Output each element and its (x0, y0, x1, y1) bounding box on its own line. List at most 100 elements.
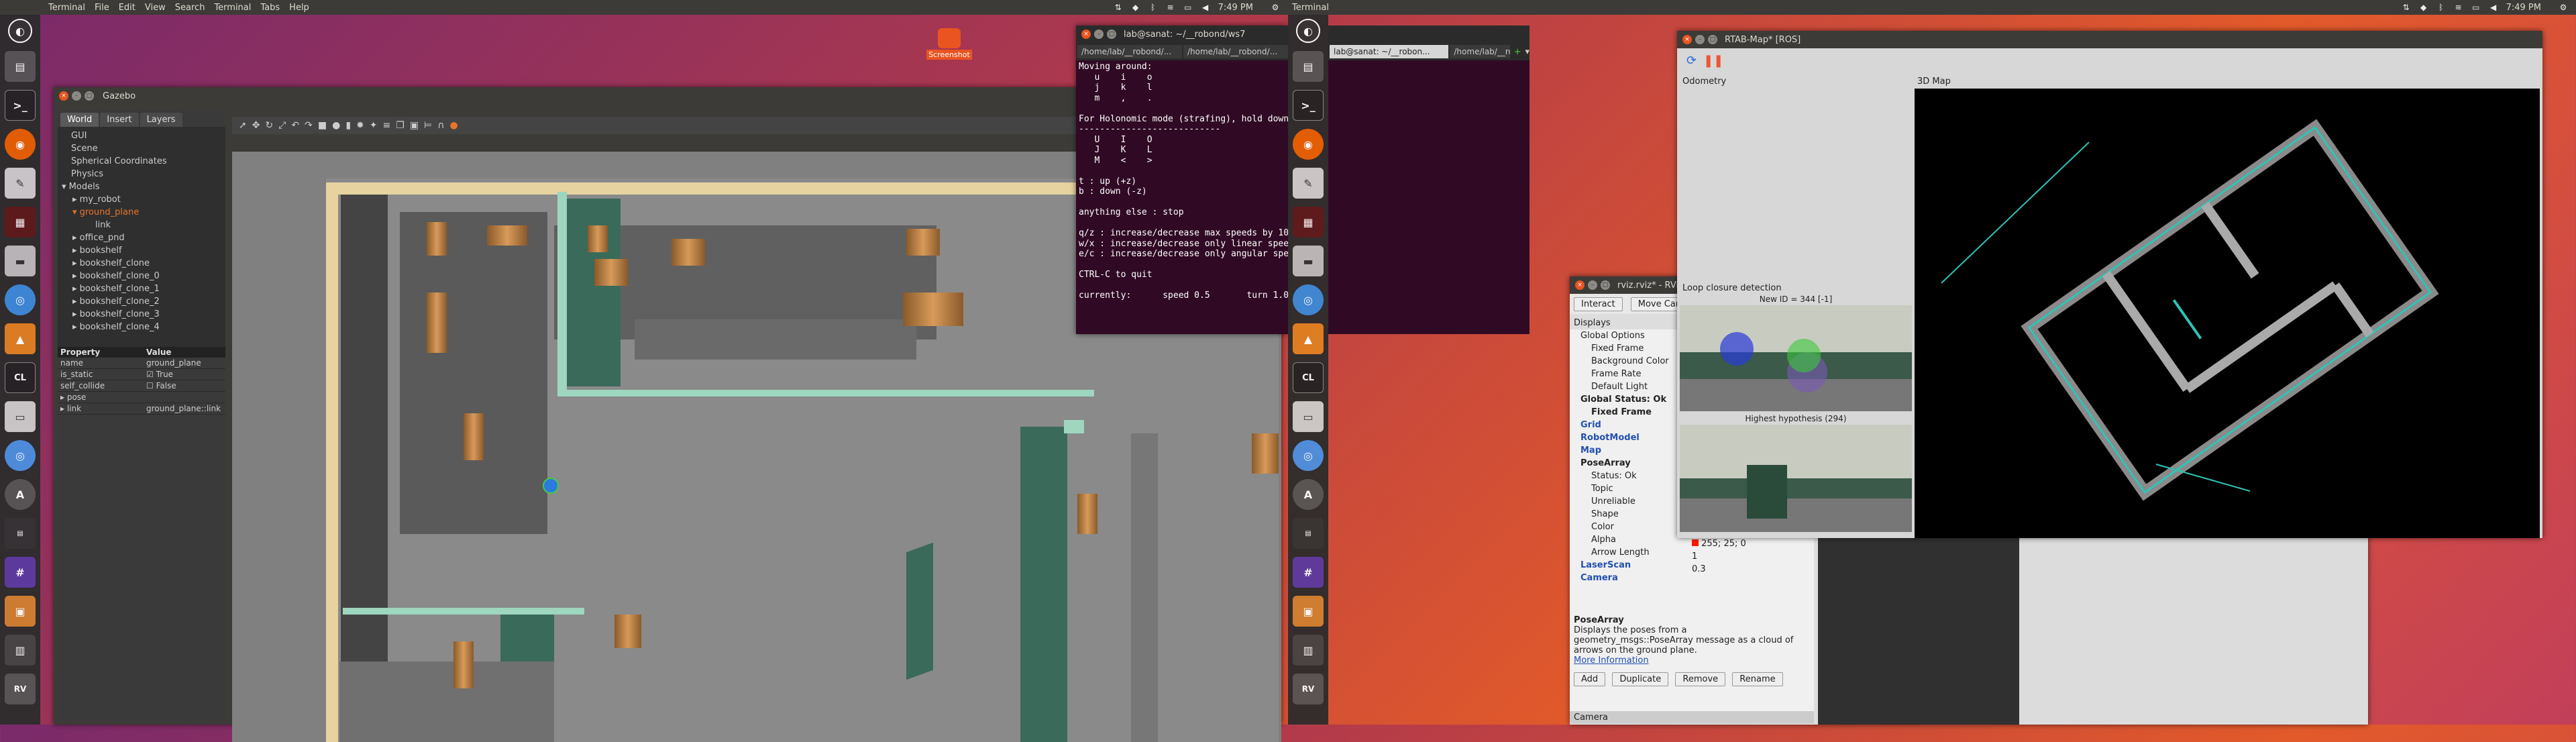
usb-icon[interactable]: ▬ (1293, 246, 1324, 276)
terminal-tab[interactable]: /home/lab/__robond/... (1183, 45, 1288, 58)
tab-menu-icon[interactable]: ▾ (1525, 47, 1529, 57)
color-value[interactable]: 255; 25; 0 (1692, 539, 1746, 549)
close-icon[interactable]: × (59, 91, 68, 101)
pause-icon[interactable]: ❚❚ (1703, 54, 1723, 68)
tree-item[interactable]: ▸ bookshelf_clone_1 (62, 282, 221, 295)
directional-light-icon[interactable]: ≡ (383, 120, 391, 131)
undo-icon[interactable]: ↶ (291, 120, 299, 131)
bookshelf[interactable] (906, 229, 940, 256)
bookshelf[interactable] (427, 293, 447, 353)
select-arrow-icon[interactable]: ➚ (239, 120, 247, 131)
bluetooth-icon[interactable]: ᛒ (2436, 3, 2446, 12)
tree-item-selected[interactable]: ▾ ground_plane (62, 206, 221, 219)
add-button[interactable]: Add (1574, 672, 1606, 686)
chrome-icon[interactable]: ◎ (1293, 284, 1324, 315)
desktop-screenshot-icon[interactable]: Screenshot (922, 28, 976, 60)
menu-edit[interactable]: Edit (119, 3, 136, 13)
bluetooth-icon[interactable]: ᛒ (1148, 3, 1158, 12)
rtabmap-titlebar[interactable]: × – □ RTAB-Map* [ROS] (1677, 31, 2542, 48)
sun-icon[interactable]: ✹ (356, 120, 364, 131)
tab-layers[interactable]: Layers (140, 113, 182, 127)
camera-panel-header[interactable]: Camera (1570, 711, 1814, 724)
bookshelf[interactable] (1077, 494, 1097, 534)
menu-tabs[interactable]: Tabs (260, 3, 280, 13)
close-icon[interactable]: × (1682, 35, 1692, 44)
prop-value[interactable]: ☑ True (144, 369, 225, 380)
volume-icon[interactable]: ◀ (1201, 3, 1210, 12)
clock[interactable]: 7:49 PM (2506, 3, 2541, 13)
redo-icon[interactable]: ↷ (305, 120, 313, 131)
trash-icon[interactable]: ▥ (1293, 635, 1324, 666)
usb-icon[interactable]: ▬ (5, 246, 36, 276)
translate-icon[interactable]: ✥ (252, 120, 260, 131)
upload-icon[interactable]: ⇅ (1114, 3, 1123, 12)
bookshelf[interactable] (614, 615, 641, 648)
tree-item[interactable]: ▸ bookshelf_clone_3 (62, 308, 221, 321)
sphere-icon[interactable]: ● (332, 120, 340, 131)
dropbox-icon[interactable]: ◆ (1131, 3, 1140, 12)
box-icon[interactable]: ■ (318, 120, 327, 131)
firefox-icon[interactable]: ◉ (1293, 129, 1324, 160)
clion-icon[interactable]: CL (5, 362, 36, 393)
firefox-icon[interactable]: ◉ (5, 129, 36, 160)
close-icon[interactable]: × (1575, 280, 1585, 290)
slack-icon[interactable]: # (5, 557, 36, 588)
software-icon[interactable]: A (5, 479, 36, 510)
terminal-tab[interactable]: /home/lab/__robon... (1450, 45, 1510, 58)
dash-icon[interactable]: ◐ (8, 19, 32, 43)
prop-value[interactable]: ground_plane (144, 358, 225, 368)
rviz-launcher-icon[interactable]: RV (5, 674, 36, 704)
terminal-titlebar-right[interactable] (1328, 25, 1529, 43)
new-tab-icon[interactable]: + (1514, 47, 1521, 57)
minimize-icon[interactable]: – (1094, 30, 1104, 39)
arrow-length-value[interactable]: 0.3 (1692, 564, 1706, 574)
trash-icon[interactable]: ▥ (5, 635, 36, 666)
dropbox-icon[interactable]: ◆ (2419, 3, 2428, 12)
prop-name[interactable]: ▸ link (58, 403, 144, 414)
terminal-icon[interactable]: >_ (1293, 90, 1324, 121)
system-monitor-icon[interactable]: ▤ (5, 518, 36, 549)
terminal-icon[interactable]: >_ (5, 90, 36, 121)
bookshelf[interactable] (487, 225, 527, 246)
chromium-icon[interactable]: ◎ (1293, 440, 1324, 471)
rotate-icon[interactable]: ↻ (265, 120, 273, 131)
tree-item[interactable]: ▸ office_pnd (62, 231, 221, 244)
tree-item[interactable]: link (62, 219, 221, 231)
wifi-icon[interactable]: ≋ (2454, 3, 2463, 12)
rviz-launcher-icon[interactable]: RV (1293, 674, 1324, 704)
bookshelf[interactable] (594, 259, 628, 286)
blocks-icon[interactable]: ▣ (1293, 596, 1324, 627)
tree-item[interactable]: ▸ my_robot (62, 193, 221, 206)
tree-item[interactable]: ▸ bookshelf_clone_2 (62, 295, 221, 308)
prop-value[interactable]: ☐ False (144, 380, 225, 391)
tab-world[interactable]: World (60, 113, 99, 127)
menu-file[interactable]: File (95, 3, 109, 13)
battery-icon[interactable]: ▭ (2471, 3, 2481, 12)
terminal-output[interactable]: Moving around: u i o j k l m , . For Hol… (1076, 60, 1288, 334)
bookshelf[interactable] (672, 239, 705, 266)
record-icon[interactable]: ● (450, 120, 458, 131)
drive-icon[interactable]: ▭ (5, 401, 36, 432)
bookshelf[interactable] (427, 222, 447, 256)
remove-button[interactable]: Remove (1675, 672, 1726, 686)
more-information-link[interactable]: More Information (1574, 655, 1802, 666)
files-icon[interactable]: ▤ (1293, 51, 1324, 82)
battery-icon[interactable]: ▭ (1183, 3, 1193, 12)
robot-marker[interactable] (543, 478, 559, 494)
tree-item[interactable]: ▸ bookshelf_clone (62, 257, 221, 270)
dash-icon[interactable]: ◐ (1296, 19, 1320, 43)
duplicate-button[interactable]: Duplicate (1612, 672, 1669, 686)
hypothesis-image[interactable] (1680, 425, 1912, 532)
maximize-icon[interactable]: □ (85, 91, 94, 101)
map3d-view[interactable] (1915, 89, 2540, 538)
media-icon[interactable]: ▦ (1293, 207, 1324, 237)
minimize-icon[interactable]: – (72, 91, 81, 101)
terminal-tab[interactable]: /home/lab/__robond/... (1077, 45, 1182, 58)
interact-button[interactable]: Interact (1574, 297, 1623, 311)
settings-gear-icon[interactable]: ⚙ (1271, 3, 1280, 12)
text-editor-icon[interactable]: ✎ (1293, 168, 1324, 199)
align-icon[interactable]: ⊨ (424, 120, 432, 131)
refresh-icon[interactable]: ⟳ (1686, 54, 1697, 68)
minimize-icon[interactable]: – (1695, 35, 1705, 44)
menu-search[interactable]: Search (175, 3, 205, 13)
